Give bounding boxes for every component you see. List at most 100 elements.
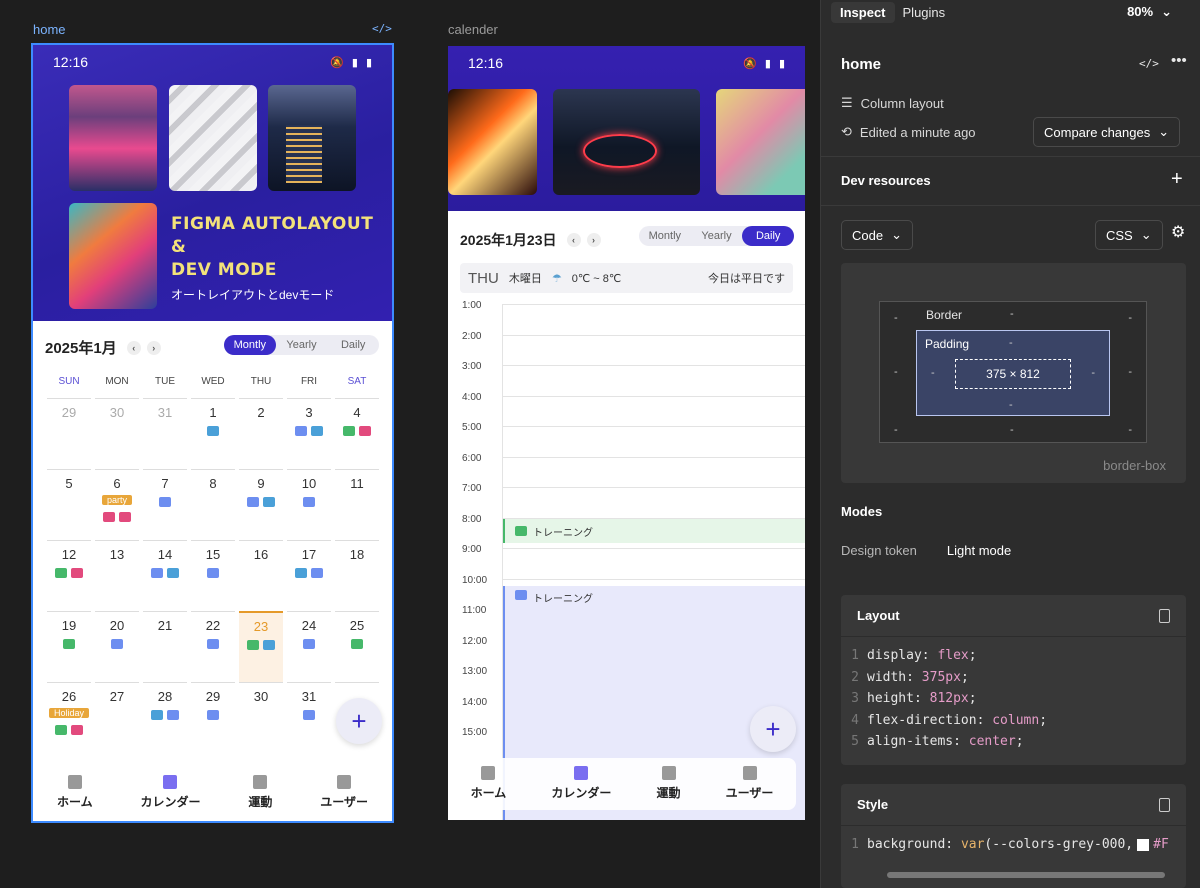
day-cell[interactable]: 30	[239, 682, 283, 753]
day-cell[interactable]: 7	[143, 469, 187, 540]
frame-label-home[interactable]: home	[33, 22, 66, 37]
tab-montly[interactable]: Montly	[639, 226, 691, 246]
css-property: flex-direction:	[867, 712, 993, 728]
day-number: 3	[305, 405, 313, 420]
building-icon	[263, 640, 275, 650]
nav-item[interactable]: ユーザー	[320, 775, 368, 810]
dumbbell-icon	[253, 775, 268, 789]
status-bar: 12:16 🔕 ▮ ▮	[33, 45, 392, 79]
day-cell[interactable]: 18	[335, 540, 379, 611]
event-icons	[143, 710, 187, 720]
calender-frame[interactable]: 12:16 🔕 ▮ ▮ 2025年1月23日 ‹ › Montly Yearly Dai…	[448, 46, 805, 820]
dumbbell-icon	[515, 526, 527, 536]
day-cell[interactable]: 31	[143, 398, 187, 469]
tab-daily[interactable]: Daily	[742, 226, 795, 246]
nav-item[interactable]: 運動	[657, 766, 681, 801]
horizontal-scrollbar[interactable]	[887, 872, 1165, 878]
nav-item[interactable]: カレンダー	[551, 766, 611, 801]
day-cell[interactable]: 31	[287, 682, 331, 753]
day-cell[interactable]: 29	[47, 398, 91, 469]
frame-label-calender[interactable]: calender	[448, 22, 498, 37]
day-cell[interactable]: 2	[239, 398, 283, 469]
day-cell[interactable]: 24	[287, 611, 331, 682]
day-cell[interactable]: 21	[143, 611, 187, 682]
code-icon[interactable]: </>	[372, 22, 392, 35]
day-cell[interactable]: 23	[239, 611, 283, 682]
day-cell[interactable]: 26 Holiday	[47, 682, 91, 753]
computer-icon	[207, 710, 219, 720]
nav-item[interactable]: ホーム	[471, 766, 506, 801]
day-cell[interactable]: 27	[95, 682, 139, 753]
day-cell[interactable]: 6 party	[95, 469, 139, 540]
code-icon[interactable]: </>	[1139, 57, 1159, 70]
day-cell[interactable]: 14	[143, 540, 187, 611]
day-cell[interactable]: 10	[287, 469, 331, 540]
zoom-select[interactable]: 80% ⌄	[1127, 4, 1190, 20]
more-icon[interactable]: •••	[1171, 52, 1187, 69]
next-month-button[interactable]: ›	[146, 340, 161, 355]
day-cell[interactable]: 29	[191, 682, 235, 753]
next-day-button[interactable]: ›	[586, 233, 601, 247]
event-icons	[239, 640, 283, 650]
day-cell[interactable]: 3	[287, 398, 331, 469]
compare-changes-button[interactable]: Compare changes ⌄	[1033, 117, 1181, 147]
user-icon	[337, 775, 352, 789]
add-button[interactable]: +	[336, 698, 382, 744]
code-line: 1 display: flex;	[841, 645, 1186, 667]
day-cell[interactable]: 15	[191, 540, 235, 611]
day-cell[interactable]: 12	[47, 540, 91, 611]
timeline[interactable]: 1:00 2:00 3:00 4:00 5:00 6:00 7:00 8:00 9:00 10:0…	[448, 300, 805, 820]
tab-montly[interactable]: Montly	[224, 335, 276, 355]
settings-sliders-icon[interactable]: ⚙	[1171, 222, 1185, 242]
event-icons	[95, 512, 139, 522]
day-cell[interactable]: 30	[95, 398, 139, 469]
design-canvas[interactable]: home </> calender 12:16 🔕 ▮ ▮ FIGMA AUTOLA…	[0, 0, 820, 888]
home-frame[interactable]: 12:16 🔕 ▮ ▮ FIGMA AUTOLAYOUT & DEV MODE オー…	[31, 43, 394, 823]
css-select[interactable]: CSS ⌄	[1095, 220, 1163, 250]
day-cell[interactable]: 28	[143, 682, 187, 753]
tab-plugins[interactable]: Plugins	[903, 5, 946, 20]
day-cell[interactable]: 20	[95, 611, 139, 682]
day-cell[interactable]: 13	[95, 540, 139, 611]
box-sizing-label: border-box	[1103, 458, 1166, 473]
tab-yearly[interactable]: Yearly	[691, 226, 743, 246]
day-cell[interactable]: 1	[191, 398, 235, 469]
border-box: Border - - - - - - - - Padding - - - - 3…	[879, 301, 1147, 443]
modes-label: Modes	[841, 504, 883, 519]
nav-item[interactable]: ホーム	[57, 775, 93, 810]
day-cell[interactable]: 16	[239, 540, 283, 611]
tab-yearly[interactable]: Yearly	[276, 335, 328, 355]
nav-label: カレンダー	[140, 795, 201, 809]
day-cell[interactable]: 4	[335, 398, 379, 469]
prev-day-button[interactable]: ‹	[566, 233, 581, 247]
day-number: 29	[205, 689, 221, 704]
day-cell[interactable]: 25	[335, 611, 379, 682]
copy-icon[interactable]	[1159, 608, 1170, 623]
battery-icon: ▮	[365, 56, 372, 69]
tab-daily[interactable]: Daily	[327, 335, 379, 355]
day-cell[interactable]: 11	[335, 469, 379, 540]
weekday-wed: WED	[201, 376, 225, 387]
day-cell[interactable]: 17	[287, 540, 331, 611]
add-button[interactable]: +	[750, 706, 796, 752]
day-cell[interactable]: 8	[191, 469, 235, 540]
day-cell[interactable]: 9	[239, 469, 283, 540]
nav-item[interactable]: 運動	[248, 775, 272, 810]
code-select[interactable]: Code ⌄	[841, 220, 913, 250]
calendar-event[interactable]: トレーニング	[503, 519, 805, 543]
day-number: 5	[65, 476, 73, 491]
party-icon	[103, 512, 115, 522]
nav-item[interactable]: カレンダー	[140, 775, 200, 810]
day-number: 6	[113, 476, 121, 491]
day-cell[interactable]: 5	[47, 469, 91, 540]
day-cell[interactable]: 22	[191, 611, 235, 682]
day-cell[interactable]: 19	[47, 611, 91, 682]
hour-label: 7:00	[462, 483, 482, 494]
prev-month-button[interactable]: ‹	[126, 340, 141, 355]
copy-icon[interactable]	[1159, 797, 1170, 812]
nav-item[interactable]: ユーザー	[726, 766, 773, 801]
add-resource-icon[interactable]: +	[1171, 168, 1183, 191]
hour-row: 1:00	[448, 300, 805, 335]
hour-row: 2:00	[448, 331, 805, 366]
tab-inspect[interactable]: Inspect	[831, 1, 895, 23]
